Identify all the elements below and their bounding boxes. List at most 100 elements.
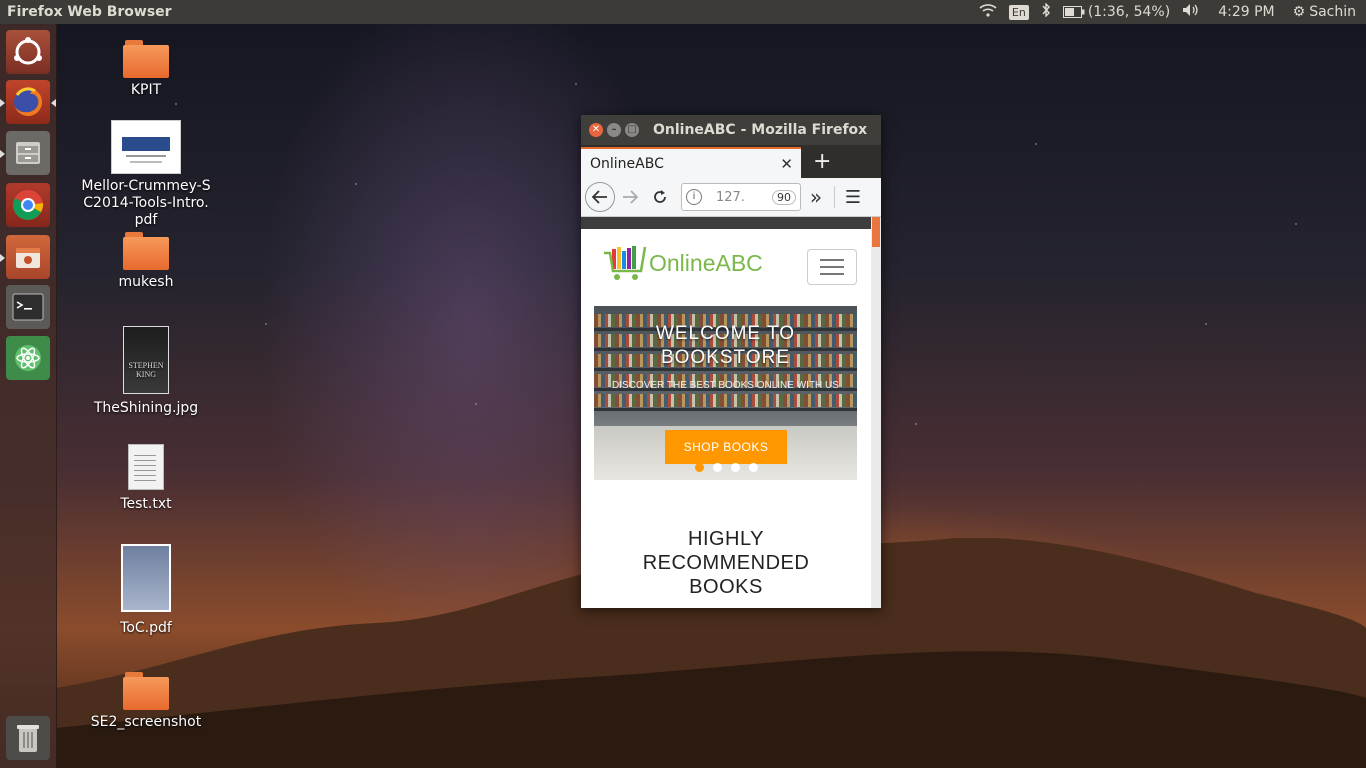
reload-button[interactable] — [645, 182, 675, 212]
gear-icon: ⚙ — [1292, 4, 1306, 20]
launcher-item-trash[interactable] — [6, 716, 50, 760]
carousel-dot[interactable] — [713, 463, 722, 472]
battery-icon — [1062, 6, 1085, 18]
pdf-thumbnail-icon — [121, 544, 171, 612]
maximize-window-button[interactable]: □ — [625, 123, 639, 137]
folder-icon — [123, 232, 169, 270]
system-tray: En (1:36, 54%) 4:29 PM ⚙ Sachin — [979, 2, 1366, 21]
info-icon[interactable]: i — [686, 189, 702, 205]
launcher-item-atom[interactable] — [6, 336, 50, 380]
carousel-dot[interactable] — [731, 463, 740, 472]
tab-title: OnlineABC — [590, 155, 664, 172]
desktop-icon-kpit[interactable]: KPIT — [81, 40, 211, 99]
shop-books-button[interactable]: SHOP BOOKS — [665, 430, 787, 464]
desktop-icon-test-txt[interactable]: Test.txt — [81, 444, 211, 513]
url-bar[interactable]: i 127. 90 — [681, 183, 801, 211]
desktop-icon-label: ToC.pdf — [120, 620, 172, 636]
desktop-icon-se2-screenshot[interactable]: SE2_screenshot — [81, 672, 211, 731]
text-file-icon — [128, 444, 164, 490]
software-icon — [16, 248, 40, 268]
launcher-running-indicator — [0, 254, 5, 262]
launcher-item-chrome[interactable] — [6, 183, 50, 227]
trash-icon — [17, 725, 39, 752]
menu-bar-line — [820, 273, 844, 275]
page-viewport: OnlineABC WELCOME TO BOOKSTORE DISCOVER … — [581, 229, 871, 608]
hero-carousel: WELCOME TO BOOKSTORE DISCOVER THE BEST B… — [594, 306, 857, 480]
active-app-title: Firefox Web Browser — [7, 4, 172, 20]
page-scrollbar[interactable] — [871, 217, 881, 608]
desktop-icon-label: Mellor-Crummey-SC2014-Tools-Intro.pdf — [81, 178, 211, 228]
menu-bar-line — [820, 259, 844, 261]
section-title: HIGHLY RECOMMENDED BOOKS — [642, 528, 810, 598]
scrollbar-thumb[interactable] — [872, 217, 880, 247]
ubuntu-icon — [14, 37, 42, 65]
top-panel: Firefox Web Browser En (1:36, 54%) 4:29 … — [0, 0, 1366, 24]
volume-icon[interactable] — [1182, 3, 1200, 21]
desktop-icon-label: KPIT — [130, 82, 162, 98]
bluetooth-icon[interactable] — [1041, 2, 1051, 21]
chrome-icon — [13, 190, 44, 220]
firefox-window: ✕ – □ OnlineABC - Mozilla Firefox Online… — [581, 115, 881, 608]
zoom-indicator[interactable]: 90 — [772, 189, 796, 205]
launcher-running-indicator — [0, 99, 5, 107]
back-button[interactable] — [585, 182, 615, 212]
launcher-running-indicator — [0, 150, 5, 158]
launcher-item-files[interactable] — [6, 131, 50, 175]
close-tab-icon[interactable]: ✕ — [780, 155, 793, 173]
new-tab-button[interactable]: + — [813, 149, 831, 174]
menu-bar-line — [820, 266, 844, 268]
tab-strip: OnlineABC ✕ + — [581, 145, 881, 178]
firefox-icon — [14, 87, 43, 116]
logo-text: OnlineABC — [649, 249, 763, 276]
carousel-dot[interactable] — [749, 463, 758, 472]
desktop-icon-label: Test.txt — [120, 496, 172, 512]
window-title: OnlineABC - Mozilla Firefox — [653, 122, 868, 138]
close-window-button[interactable]: ✕ — [589, 123, 603, 137]
page-top-strip — [581, 217, 881, 229]
launcher-item-software[interactable] — [6, 235, 50, 279]
overflow-chevron-button[interactable]: » — [801, 182, 831, 212]
reload-icon — [654, 190, 666, 203]
launcher-item-firefox[interactable] — [6, 80, 50, 124]
launcher-item-dash[interactable] — [6, 30, 50, 74]
site-menu-toggle-button[interactable] — [807, 249, 857, 285]
hero-title: WELCOME TO BOOKSTORE — [655, 323, 796, 368]
launcher-focused-indicator — [51, 99, 56, 107]
hero-subtitle: DISCOVER THE BEST BOOKS ONLINE WITH US — [612, 380, 839, 391]
site-logo[interactable]: OnlineABC — [603, 243, 763, 283]
atom-icon — [15, 345, 41, 371]
pdf-thumbnail-icon — [111, 120, 181, 174]
forward-button[interactable] — [615, 182, 645, 212]
tab-onlineabc[interactable]: OnlineABC ✕ — [581, 147, 801, 178]
launcher-item-terminal[interactable] — [6, 285, 50, 329]
minimize-window-button[interactable]: – — [607, 123, 621, 137]
desktop-icon-mukesh[interactable]: mukesh — [81, 232, 211, 291]
url-text: 127. — [716, 189, 745, 205]
carousel-dot[interactable] — [695, 463, 704, 472]
user-name: Sachin — [1309, 4, 1356, 20]
forward-arrow-icon — [623, 190, 638, 204]
back-arrow-icon — [592, 190, 607, 204]
files-icon — [16, 142, 40, 164]
desktop-icon-label: SE2_screenshot — [90, 714, 202, 730]
shopping-cart-icon — [604, 246, 647, 280]
desktop-icon-mellor-pdf[interactable]: Mellor-Crummey-SC2014-Tools-Intro.pdf — [81, 120, 211, 229]
folder-icon — [123, 40, 169, 78]
book-cover-text: STEPHEN KING — [128, 361, 164, 379]
wifi-icon[interactable] — [979, 3, 997, 21]
keyboard-layout-indicator[interactable]: En — [1008, 4, 1029, 20]
desktop-icon-label: TheShining.jpg — [93, 400, 199, 416]
image-thumbnail-icon: STEPHEN KING — [123, 326, 169, 394]
nav-toolbar: i 127. 90 » ☰ — [581, 178, 881, 217]
launcher — [0, 24, 57, 768]
battery-text: (1:36, 54%) — [1087, 4, 1171, 20]
desktop-icon-theshining[interactable]: STEPHEN KING TheShining.jpg — [81, 326, 211, 417]
clock[interactable]: 4:29 PM — [1218, 4, 1274, 20]
desktop-icon-label: mukesh — [118, 274, 174, 290]
desktop-icon-toc-pdf[interactable]: ToC.pdf — [81, 544, 211, 637]
battery-indicator[interactable]: (1:36, 54%) — [1062, 4, 1171, 20]
window-titlebar[interactable]: ✕ – □ OnlineABC - Mozilla Firefox — [581, 115, 881, 145]
folder-icon — [123, 672, 169, 710]
user-menu[interactable]: ⚙ Sachin — [1293, 4, 1356, 20]
hamburger-menu-button[interactable]: ☰ — [838, 182, 868, 212]
